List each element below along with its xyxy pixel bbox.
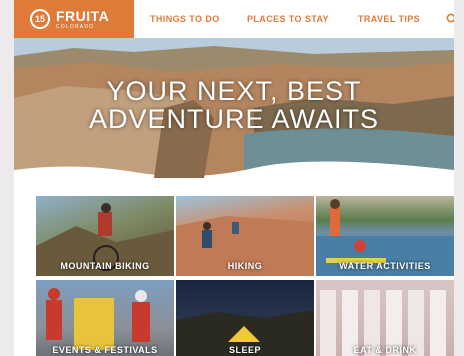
logo-subtitle: COLORADO xyxy=(56,23,95,30)
tile-label: EAT & DRINK xyxy=(353,345,417,355)
tile-water-activities[interactable]: WATER ACTIVITIES xyxy=(316,196,454,276)
nav-places-to-stay[interactable]: PLACES TO STAY xyxy=(247,0,329,38)
logo[interactable]: 15 FRUITA COLORADO xyxy=(14,0,134,38)
logo-text: FRUITA COLORADO xyxy=(56,9,109,30)
tile-label: WATER ACTIVITIES xyxy=(339,261,431,271)
site-header: 15 FRUITA COLORADO THINGS TO DO PLACES T… xyxy=(14,0,454,38)
nav-travel-tips[interactable]: TRAVEL TIPS xyxy=(358,0,420,38)
hero-title-line-1: YOUR NEXT, BEST xyxy=(106,76,362,106)
tile-label: HIKING xyxy=(227,261,263,271)
tile-hiking[interactable]: HIKING xyxy=(176,196,314,276)
tile-label: EVENTS & FESTIVALS xyxy=(52,345,158,355)
hero-title-line-2: ADVENTURE AWAITS xyxy=(88,104,380,134)
tile-mountain-biking[interactable]: MOUNTAIN BIKING xyxy=(36,196,174,276)
tile-label: MOUNTAIN BIKING xyxy=(60,261,150,271)
search-icon[interactable] xyxy=(446,13,454,25)
tile-label: SLEEP xyxy=(228,345,261,355)
logo-name: FRUITA xyxy=(56,7,110,24)
nav-things-to-do[interactable]: THINGS TO DO xyxy=(150,0,220,38)
tile-eat-drink[interactable]: EAT & DRINK xyxy=(316,280,454,356)
logo-mark: 15 xyxy=(30,9,50,29)
tile-events-festivals[interactable]: EVENTS & FESTIVALS xyxy=(36,280,174,356)
hero-banner: YOUR NEXT, BEST ADVENTURE AWAITS xyxy=(14,38,454,178)
tile-sleep[interactable]: SLEEP xyxy=(176,280,314,356)
page-frame: 15 FRUITA COLORADO THINGS TO DO PLACES T… xyxy=(14,0,454,356)
